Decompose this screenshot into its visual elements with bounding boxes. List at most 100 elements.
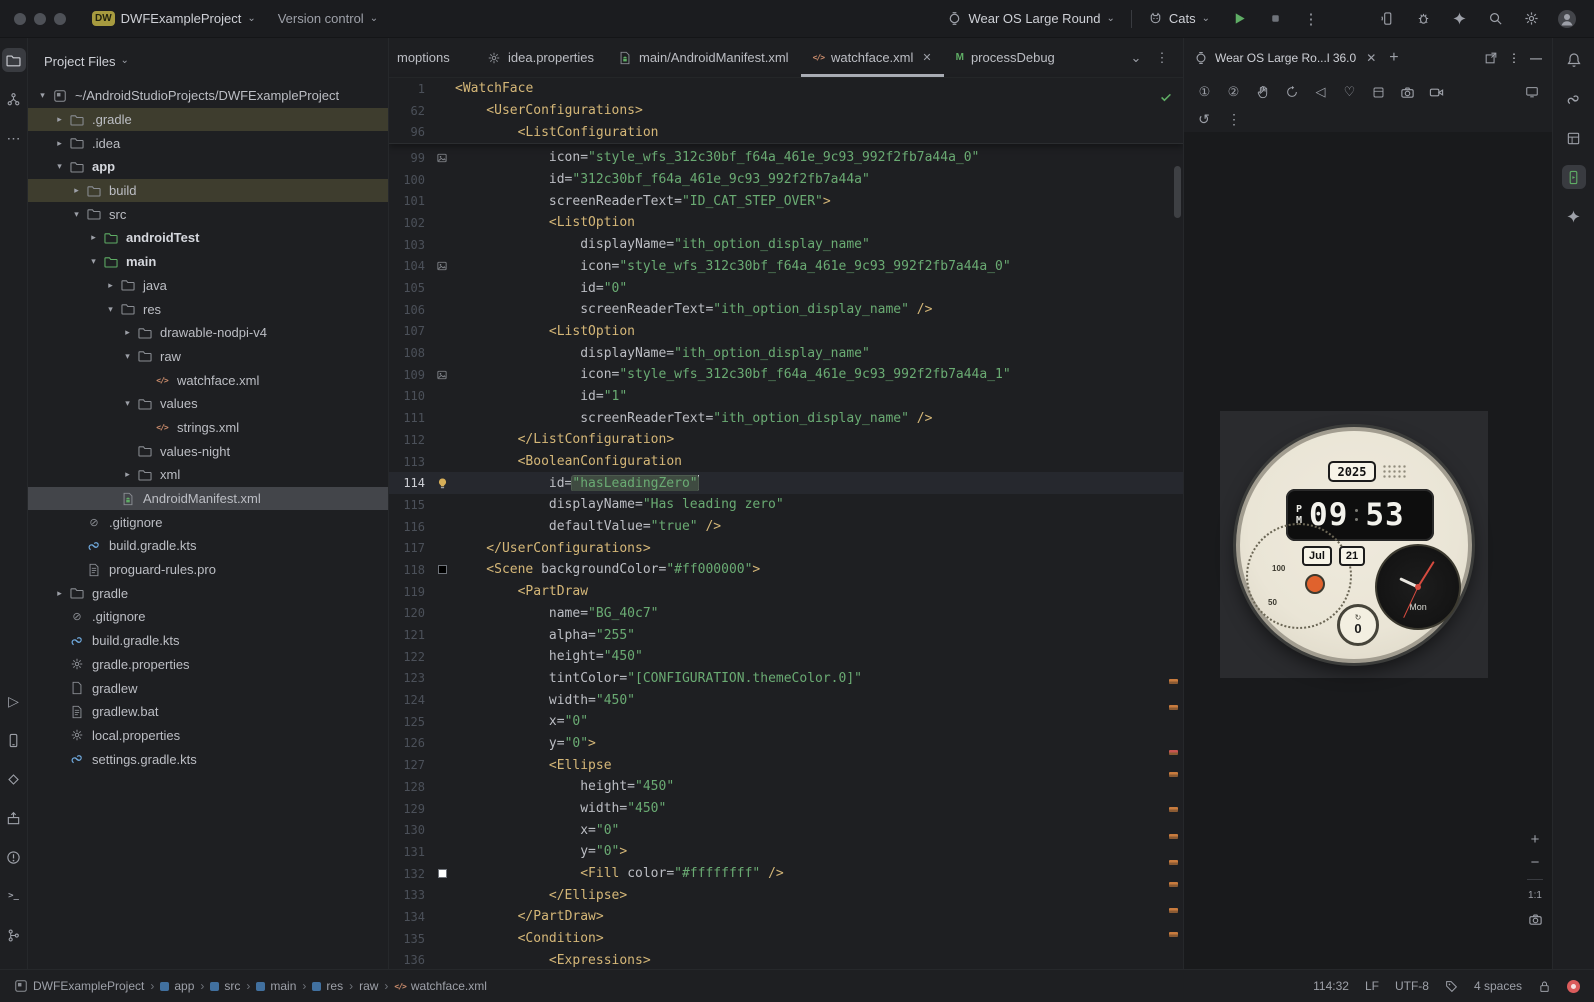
tree-item-settings-gradle-kts[interactable]: settings.gradle.kts [28,747,388,771]
assistant-sparkle-icon[interactable] [1562,204,1586,228]
code-line-106[interactable]: 106 screenReaderText="ith_option_display_… [389,299,1183,321]
caret-position-widget[interactable]: 114:32 [1313,979,1349,993]
code-line-123[interactable]: 123 tintColor="[CONFIGURATION.themeColor.… [389,668,1183,690]
chevron-collapsed-icon[interactable]: ▸ [85,232,102,243]
tree-item-androidstudioprojects-dwfexampleproject[interactable]: ▾ ~/AndroidStudioProjects/DWFExampleProje… [28,84,388,108]
zoom-reset-button[interactable]: 1:1 [1528,889,1542,903]
analysis-marker[interactable] [1169,807,1178,812]
window-zoom-button[interactable] [54,12,66,25]
code-line-101[interactable]: 101 screenReaderText="ID_CAT_STEP_OVER"> [389,190,1183,212]
code-line-133[interactable]: 133 </Ellipse> [389,884,1183,906]
tag-icon[interactable] [1445,980,1458,993]
code-line-96[interactable]: 96 <ListConfiguration [389,121,1183,143]
tree-item-watchface-xml[interactable]: </> watchface.xml [28,368,388,392]
project-tool-window-icon[interactable] [1,48,26,72]
tree-item-values[interactable]: ▾ values [28,392,388,416]
code-line-126[interactable]: 126 y="0"> [389,733,1183,755]
tree-item-build-gradle-kts[interactable]: build.gradle.kts [28,629,388,653]
tree-item-gradle[interactable]: ▸ gradle [28,581,388,605]
encoding-widget[interactable]: UTF-8 [1395,979,1429,993]
code-line-124[interactable]: 124 width="450" [389,689,1183,711]
tree-item-build[interactable]: ▸ build [28,178,388,203]
settings-gear-icon[interactable] [1518,6,1544,32]
breadcrumb-res[interactable]: res [312,979,343,993]
run-button[interactable] [1226,6,1252,32]
running-devices-tool-icon[interactable] [1561,165,1586,189]
open-in-window-icon[interactable] [1484,51,1498,65]
code-line-122[interactable]: 122 height="450" [389,646,1183,668]
palm-gesture-icon[interactable] [1250,81,1275,103]
chevron-expanded-icon[interactable]: ▾ [68,209,85,220]
reset-view-icon[interactable]: ↺ [1192,108,1216,130]
toolbar-more-icon[interactable]: ⋮ [1222,108,1246,130]
tree-item-androidtest[interactable]: ▸ androidTest [28,226,388,250]
notifications-bell-icon[interactable] [1562,48,1586,72]
tree-item-values-night[interactable]: values-night [28,439,388,463]
device-mirroring-icon[interactable] [1374,6,1400,32]
hide-panel-icon[interactable]: — [1530,51,1542,65]
analysis-marker[interactable] [1169,705,1178,710]
breadcrumb-src[interactable]: src [210,979,240,993]
build-tool-icon[interactable] [2,806,26,830]
running-device-tab[interactable]: Wear OS Large Ro...l 36.0 [1215,51,1356,65]
terminal-tool-icon[interactable]: >_ [2,884,26,908]
chevron-expanded-icon[interactable]: ▾ [102,304,119,315]
code-line-1[interactable]: 1 <WatchFace [389,78,1183,100]
wear-button-2-icon[interactable]: ② [1221,81,1246,103]
code-line-113[interactable]: 113 <BooleanConfiguration [389,451,1183,473]
tree-item-xml[interactable]: ▸ xml [28,463,388,487]
emulator-display[interactable]: 2025 P M 09 53 100 50 Jul 21 Mon ↻ 0 [1220,411,1488,678]
breadcrumb-watchface-xml[interactable]: </> watchface.xml [394,979,486,993]
code-line-128[interactable]: 128 height="450" [389,776,1183,798]
wear-button-1-icon[interactable]: ① [1192,81,1217,103]
tree-item-idea[interactable]: ▸ .idea [28,131,388,155]
tree-item-gradle-properties[interactable]: gradle.properties [28,653,388,677]
analysis-marker[interactable] [1169,834,1178,839]
stop-button[interactable] [1262,6,1288,32]
tree-item-main[interactable]: ▾ main [28,250,388,274]
back-button-icon[interactable]: ◁ [1308,81,1333,103]
code-line-104[interactable]: 104 icon="style_wfs_312c30bf_f64a_461e_9c… [389,256,1183,278]
zoom-out-button[interactable]: − [1531,855,1540,870]
window-minimize-button[interactable] [34,12,46,25]
chevron-collapsed-icon[interactable]: ▸ [102,280,119,291]
analysis-marker[interactable] [1169,750,1178,755]
profiler-bug-icon[interactable] [1410,6,1436,32]
tree-item-strings-xml[interactable]: </> strings.xml [28,416,388,440]
code-line-136[interactable]: 136 <Expressions> [389,950,1183,970]
breadcrumb-app[interactable]: app [160,979,194,993]
user-avatar[interactable] [1554,6,1580,32]
code-line-105[interactable]: 105 id="0" [389,277,1183,299]
code-line-117[interactable]: 117 </UserConfigurations> [389,537,1183,559]
tree-item-gitignore[interactable]: ⊘ .gitignore [28,605,388,629]
tree-item-build-gradle-kts[interactable]: build.gradle.kts [28,534,388,558]
inspections-ok-icon[interactable] [1159,90,1173,104]
tree-item-gradlew[interactable]: gradlew [28,676,388,700]
tree-item-raw[interactable]: ▾ raw [28,345,388,369]
code-line-62[interactable]: 62 <UserConfigurations> [389,100,1183,122]
code-line-130[interactable]: 130 x="0" [389,819,1183,841]
layout-inspector-icon[interactable] [1562,126,1586,150]
editor-tab-idea-properties[interactable]: idea.properties [475,38,606,77]
code-line-110[interactable]: 110 id="1" [389,386,1183,408]
editor-tab-main-androidmanifest-xml[interactable]: main/AndroidManifest.xml [606,38,801,77]
tree-item-drawable-nodpi-v4[interactable]: ▸ drawable-nodpi-v4 [28,321,388,345]
search-icon[interactable] [1482,6,1508,32]
chevron-collapsed-icon[interactable]: ▸ [51,138,68,149]
tree-item-local-properties[interactable]: local.properties [28,724,388,748]
chevron-collapsed-icon[interactable]: ▸ [51,588,68,599]
analysis-marker[interactable] [1169,908,1178,913]
editor-tab-watchface-xml[interactable]: </> watchface.xml ✕ [800,38,944,77]
tree-item-res[interactable]: ▾ res [28,297,388,321]
code-line-120[interactable]: 120 name="BG_40c7" [389,603,1183,625]
add-device-tab-button[interactable]: + [1386,49,1401,67]
chevron-expanded-icon[interactable]: ▾ [85,256,102,267]
resource-manager-icon[interactable] [2,767,26,791]
analysis-marker[interactable] [1169,772,1178,777]
breadcrumb-raw[interactable]: raw [359,979,378,993]
analysis-marker[interactable] [1169,932,1178,937]
project-panel-header[interactable]: Project Files ⌄ [28,38,388,84]
gemini-icon[interactable] [1446,6,1472,32]
code-line-135[interactable]: 135 <Condition> [389,928,1183,950]
code-line-121[interactable]: 121 alpha="255" [389,624,1183,646]
